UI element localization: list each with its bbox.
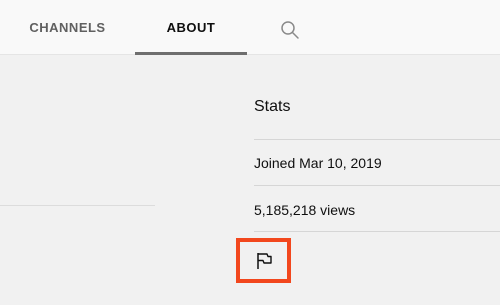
- tab-channels-label: CHANNELS: [29, 20, 106, 35]
- tab-about-label: ABOUT: [166, 20, 216, 35]
- stats-divider: [254, 185, 500, 186]
- search-button[interactable]: [278, 18, 302, 42]
- stats-divider: [254, 139, 500, 140]
- description-divider: [0, 205, 155, 206]
- joined-date: Joined Mar 10, 2019: [254, 155, 382, 171]
- flag-icon: [256, 252, 272, 269]
- view-count: 5,185,218 views: [254, 202, 356, 218]
- channel-tab-bar: CHANNELS ABOUT: [0, 0, 500, 55]
- tab-channels[interactable]: CHANNELS: [0, 0, 135, 55]
- active-tab-indicator: [135, 52, 247, 55]
- stats-title: Stats: [254, 98, 291, 115]
- tab-about[interactable]: ABOUT: [135, 0, 247, 55]
- report-user-button[interactable]: [236, 238, 291, 283]
- stats-divider: [254, 231, 500, 232]
- search-icon: [281, 21, 299, 39]
